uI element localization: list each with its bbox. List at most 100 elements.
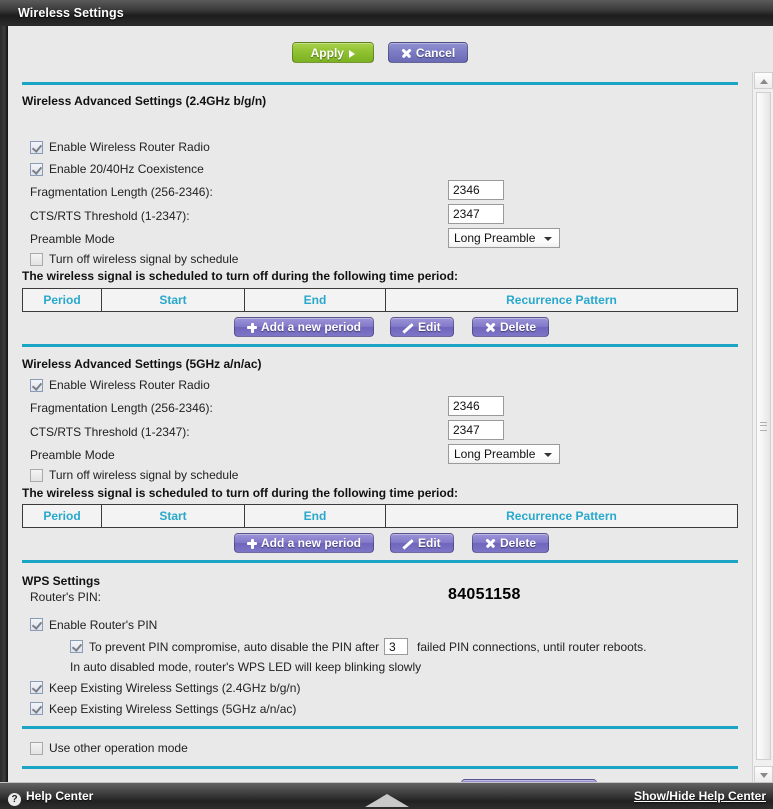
input-failed-pin-count[interactable] xyxy=(384,638,408,655)
help-icon: ? xyxy=(8,793,21,806)
plus-icon xyxy=(247,538,257,549)
edit-period-label-24ghz: Edit xyxy=(418,320,441,334)
close-icon xyxy=(401,48,412,59)
schedule-buttons-5ghz: Add a new period Edit Delete xyxy=(22,533,738,553)
add-period-label-5ghz: Add a new period xyxy=(261,536,362,550)
expand-panel-handle[interactable] xyxy=(364,794,409,807)
checkbox-enable-radio-5ghz[interactable] xyxy=(30,379,43,392)
plus-icon xyxy=(247,322,257,333)
arrow-up-icon xyxy=(760,79,768,84)
section-title-5ghz: Wireless Advanced Settings (5GHz a/n/ac) xyxy=(22,357,262,371)
settings-panel: Apply Cancel Wireless Advanced Settings (… xyxy=(8,26,752,783)
left-edge-strip xyxy=(0,26,8,783)
scrollbar-thumb[interactable] xyxy=(756,92,771,760)
label-schedule-off-24ghz: Turn off wireless signal by schedule xyxy=(49,252,239,266)
checkbox-use-other-operation-mode[interactable] xyxy=(30,742,43,755)
label-preamble-24ghz: Preamble Mode xyxy=(30,232,115,246)
schedule-table-24ghz: Period Start End Recurrence Pattern xyxy=(22,288,738,312)
delete-period-button-5ghz[interactable]: Delete xyxy=(472,533,550,553)
schedule-buttons-24ghz: Add a new period Edit Delete xyxy=(22,317,738,337)
divider-above-access-list xyxy=(22,766,738,769)
column-header-start-24ghz: Start xyxy=(159,293,187,307)
label-coexistence-24ghz: Enable 20/40Hz Coexistence xyxy=(49,162,204,176)
schedule-note-5ghz: The wireless signal is scheduled to turn… xyxy=(22,486,459,500)
router-pin-value: 84051158 xyxy=(448,586,521,603)
label-enable-radio-24ghz: Enable Wireless Router Radio xyxy=(49,140,210,154)
divider-between-bands xyxy=(22,344,738,347)
form-action-buttons: Apply Cancel xyxy=(8,42,752,63)
schedule-table-5ghz: Period Start End Recurrence Pattern xyxy=(22,504,738,528)
cancel-button[interactable]: Cancel xyxy=(387,42,469,63)
delete-period-label-24ghz: Delete xyxy=(500,320,537,334)
page-title: Wireless Settings xyxy=(18,6,124,20)
pencil-icon xyxy=(403,538,414,549)
close-icon xyxy=(485,538,496,549)
section-title-24ghz: Wireless Advanced Settings (2.4GHz b/g/n… xyxy=(22,94,267,108)
checkbox-auto-disable-pin[interactable] xyxy=(70,640,83,653)
checkbox-keep-existing-5ghz[interactable] xyxy=(30,702,43,715)
column-header-period-24ghz: Period xyxy=(43,293,81,307)
divider-above-operation-mode xyxy=(22,726,738,729)
schedule-note-24ghz: The wireless signal is scheduled to turn… xyxy=(22,269,459,283)
edit-period-label-5ghz: Edit xyxy=(418,536,441,550)
label-wps-led-note: In auto disabled mode, router's WPS LED … xyxy=(70,660,422,674)
label-fragmentation-24ghz: Fragmentation Length (256-2346): xyxy=(30,185,213,199)
apply-label: Apply xyxy=(310,46,344,60)
cancel-label: Cancel xyxy=(415,46,456,60)
column-header-recurrence-5ghz: Recurrence Pattern xyxy=(506,509,617,523)
arrow-down-icon xyxy=(760,773,768,778)
label-fragmentation-5ghz: Fragmentation Length (256-2346): xyxy=(30,401,213,415)
column-header-end-5ghz: End xyxy=(303,509,327,523)
checkbox-schedule-off-5ghz[interactable] xyxy=(30,469,43,482)
edit-period-button-24ghz[interactable]: Edit xyxy=(390,317,454,337)
label-auto-disable-suffix: failed PIN connections, until router reb… xyxy=(417,640,647,654)
chevron-down-icon xyxy=(544,237,552,241)
input-fragmentation-5ghz[interactable] xyxy=(448,396,504,416)
show-hide-help-center-link[interactable]: Show/Hide Help Center xyxy=(634,789,766,803)
grip-icon xyxy=(760,422,767,431)
label-enable-radio-5ghz: Enable Wireless Router Radio xyxy=(49,378,210,392)
checkbox-enable-radio-24ghz[interactable] xyxy=(30,141,43,154)
label-preamble-5ghz: Preamble Mode xyxy=(30,448,115,462)
pencil-icon xyxy=(403,322,414,333)
checkbox-keep-existing-24ghz[interactable] xyxy=(30,681,43,694)
label-keep-existing-24ghz: Keep Existing Wireless Settings (2.4GHz … xyxy=(49,681,301,695)
input-cts-rts-24ghz[interactable] xyxy=(448,204,504,224)
arrow-right-icon xyxy=(348,49,355,58)
select-preamble-24ghz-value: Long Preamble xyxy=(454,231,536,245)
close-icon xyxy=(485,322,496,333)
label-router-pin: Router's PIN: xyxy=(30,590,101,604)
delete-period-button-24ghz[interactable]: Delete xyxy=(472,317,550,337)
chevron-down-icon xyxy=(544,453,552,457)
label-cts-rts-24ghz: CTS/RTS Threshold (1-2347): xyxy=(30,209,190,223)
help-center-link[interactable]: ? Help Center xyxy=(8,789,93,806)
apply-button[interactable]: Apply xyxy=(291,42,374,63)
divider-above-wps xyxy=(22,560,738,563)
select-preamble-5ghz[interactable]: Long Preamble xyxy=(448,444,560,464)
column-header-period-5ghz: Period xyxy=(43,509,81,523)
checkbox-enable-router-pin[interactable] xyxy=(30,618,43,631)
input-cts-rts-5ghz[interactable] xyxy=(448,420,504,440)
select-preamble-5ghz-value: Long Preamble xyxy=(454,447,536,461)
add-period-button-24ghz[interactable]: Add a new period xyxy=(234,317,375,337)
checkbox-coexistence-24ghz[interactable] xyxy=(30,163,43,176)
select-preamble-24ghz[interactable]: Long Preamble xyxy=(448,228,560,248)
label-auto-disable-prefix: To prevent PIN compromise, auto disable … xyxy=(89,640,380,654)
label-cts-rts-5ghz: CTS/RTS Threshold (1-2347): xyxy=(30,425,190,439)
input-fragmentation-24ghz[interactable] xyxy=(448,180,504,200)
vertical-scrollbar[interactable] xyxy=(752,72,773,783)
column-header-end-24ghz: End xyxy=(303,293,327,307)
scroll-down-button[interactable] xyxy=(754,766,773,783)
add-period-button-5ghz[interactable]: Add a new period xyxy=(234,533,375,553)
label-use-other-operation-mode: Use other operation mode xyxy=(49,741,188,755)
checkbox-schedule-off-24ghz[interactable] xyxy=(30,253,43,266)
help-center-label: Help Center xyxy=(26,789,94,803)
label-keep-existing-5ghz: Keep Existing Wireless Settings (5GHz a/… xyxy=(49,702,297,716)
edit-period-button-5ghz[interactable]: Edit xyxy=(390,533,454,553)
scroll-up-button[interactable] xyxy=(754,72,773,89)
section-title-wps: WPS Settings xyxy=(22,574,101,588)
divider-top xyxy=(22,82,738,85)
label-schedule-off-5ghz: Turn off wireless signal by schedule xyxy=(49,468,239,482)
column-header-recurrence-24ghz: Recurrence Pattern xyxy=(506,293,617,307)
label-enable-router-pin: Enable Router's PIN xyxy=(49,618,158,632)
